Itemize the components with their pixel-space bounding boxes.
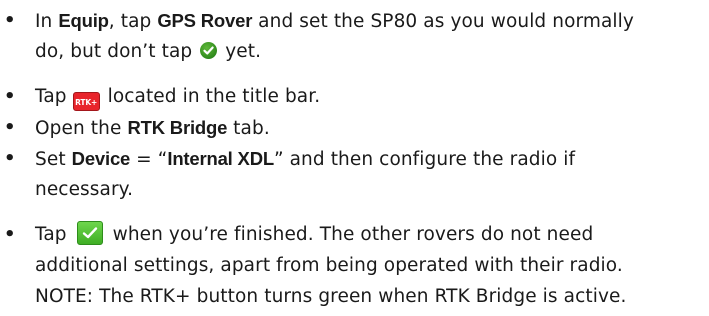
list-item-equip: • In Equip, tap GPS Rover and set the SP… (0, 6, 709, 68)
instruction-list: • In Equip, tap GPS Rover and set the SP… (0, 0, 709, 316)
gps-rover-label: GPS Rover (157, 10, 253, 31)
equip-label: Equip (58, 10, 109, 31)
note-text: NOTE: The RTK+ button turns green when R… (35, 286, 627, 307)
rtk-bridge-label: RTK Bridge (127, 117, 228, 138)
check-circle-icon (200, 42, 218, 59)
step-text-line2: necessary. (35, 179, 134, 200)
list-item-device: • Set Device = “Internal XDL” and then c… (0, 144, 709, 206)
check-button-icon (76, 221, 103, 245)
step-text-line1: Tap when you’re finished. The other rove… (35, 220, 707, 250)
step-text-line1: Open the RTK Bridge tab. (35, 117, 270, 139)
internal-xdl-label: Internal XDL (167, 148, 274, 169)
list-item-finish: • Tap when you’re finished. The other ro… (0, 220, 709, 314)
bullet: • (4, 148, 16, 169)
step-text-line1: Tap RTK+ located in the title bar. (35, 82, 707, 112)
device-label: Device (71, 148, 131, 169)
rtk-plus-icon: RTK+ (72, 92, 100, 111)
bullet: • (4, 10, 16, 31)
list-item-rtk: • Tap RTK+ located in the title bar. (0, 82, 709, 112)
bullet: • (4, 117, 16, 138)
step-text-line1: In Equip, tap GPS Rover and set the SP80… (35, 10, 634, 32)
step-text-line2: additional settings, apart from being op… (35, 255, 623, 276)
step-text-line1: Set Device = “Internal XDL” and then con… (35, 148, 576, 170)
bullet: • (4, 86, 16, 107)
list-item-rtk-bridge: • Open the RTK Bridge tab. (0, 113, 709, 143)
step-text-line2: do, but don’t tap yet. (35, 41, 262, 62)
bullet: • (4, 224, 16, 245)
